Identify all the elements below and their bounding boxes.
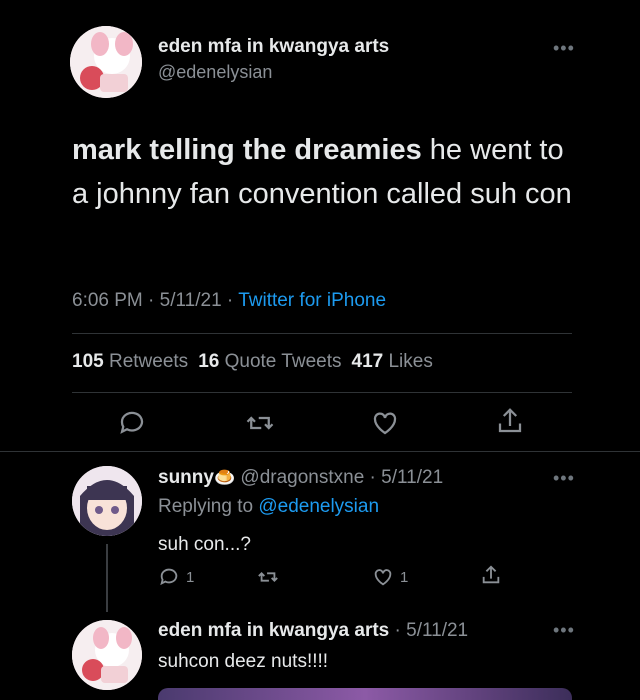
reply-icon: [160, 568, 178, 586]
replying-to-line: Replying to @edenelysian: [158, 496, 379, 518]
reply-button[interactable]: [117, 408, 147, 438]
share-icon: [482, 565, 500, 584]
reply-author-handle[interactable]: @dragonstxne: [240, 467, 364, 488]
likes-stat[interactable]: 417 Likes: [352, 351, 433, 373]
more-icon[interactable]: •••: [553, 620, 575, 641]
pudding-emoji-icon: 🍮: [213, 468, 236, 487]
quotes-count: 16: [198, 351, 220, 372]
more-icon[interactable]: •••: [553, 38, 575, 59]
likes-count: 417: [351, 351, 384, 372]
reply-header: sunny🍮 @dragonstxne · 5/11/21: [158, 467, 443, 489]
reply-date[interactable]: · 5/11/21: [364, 467, 444, 488]
author-handle[interactable]: @edenelysian: [158, 62, 272, 83]
nested-author-name[interactable]: eden mfa in kwangya arts: [158, 620, 389, 641]
nested-reply-text: suhcon deez nuts!!!!: [158, 651, 329, 672]
retweet-button[interactable]: [256, 566, 280, 588]
avatar-image: [70, 26, 142, 98]
nested-reply-date[interactable]: · 5/11/21: [389, 620, 469, 641]
divider: [0, 451, 640, 452]
retweet-icon: [258, 572, 278, 582]
tweet-time[interactable]: 6:06 PM: [72, 290, 143, 311]
thread-line: [106, 544, 108, 612]
reply-text: suh con...?: [158, 534, 251, 555]
separator: ·: [221, 290, 239, 311]
retweets-stat[interactable]: 105 Retweets: [72, 351, 188, 373]
quotes-label: Quote Tweets: [224, 351, 342, 372]
reply-count: 1: [186, 568, 195, 586]
divider: [72, 333, 572, 334]
separator: ·: [142, 290, 160, 311]
tweet-stats: 105 Retweets 16 Quote Tweets 417 Likes: [72, 351, 433, 373]
tweet-text: mark telling the dreamies he went to a j…: [72, 128, 582, 216]
reply-author-name[interactable]: sunny: [158, 467, 214, 488]
tweet-meta: 6:06 PM · 5/11/21 · Twitter for iPhone: [72, 290, 386, 312]
retweet-icon: [246, 416, 274, 430]
retweet-button[interactable]: [245, 408, 275, 438]
retweets-count: 105: [72, 351, 104, 372]
avatar-image: [72, 466, 142, 536]
retweets-label: Retweets: [108, 351, 189, 372]
tweet-date[interactable]: 5/11/21: [160, 290, 222, 311]
reply-icon: [120, 411, 144, 434]
like-button[interactable]: 1: [372, 566, 408, 588]
like-count: 1: [400, 568, 409, 586]
avatar[interactable]: [70, 26, 142, 98]
tweet-client-link[interactable]: Twitter for iPhone: [238, 290, 386, 311]
quotes-stat[interactable]: 16 Quote Tweets: [198, 351, 341, 373]
like-icon: [374, 569, 392, 586]
share-icon: [498, 408, 522, 433]
author-name[interactable]: eden mfa in kwangya arts: [158, 36, 389, 58]
share-button[interactable]: [480, 564, 502, 586]
likes-label: Likes: [388, 351, 433, 372]
like-button[interactable]: [370, 408, 400, 438]
more-icon[interactable]: •••: [553, 468, 575, 489]
avatar[interactable]: [72, 620, 142, 690]
share-button[interactable]: [495, 406, 525, 436]
like-icon: [373, 412, 397, 435]
reply-button[interactable]: 1: [158, 566, 194, 588]
divider: [72, 392, 572, 393]
nested-reply-header: eden mfa in kwangya arts · 5/11/21: [158, 620, 468, 642]
avatar-image: [72, 620, 142, 690]
avatar[interactable]: [72, 466, 142, 536]
replying-to-handle[interactable]: @edenelysian: [258, 496, 379, 517]
media-preview[interactable]: [158, 688, 572, 700]
replying-to-label: Replying to: [158, 496, 259, 517]
tweet-text-bold: mark telling the dreamies: [72, 134, 422, 166]
